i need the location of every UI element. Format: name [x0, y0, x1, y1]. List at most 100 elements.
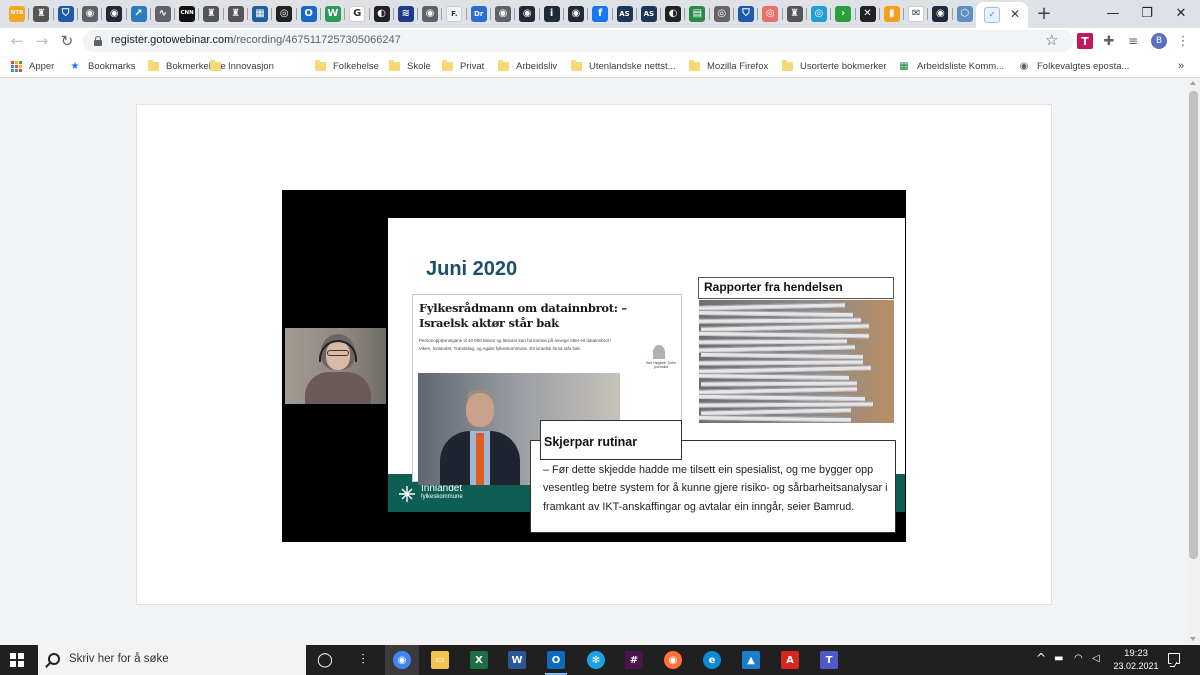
wifi-icon[interactable]: ◠	[1074, 653, 1083, 664]
bookmark-item[interactable]: Skole	[389, 59, 431, 73]
browser-tab[interactable]: ♜	[224, 3, 248, 25]
taskbar-app[interactable]: O	[539, 645, 573, 675]
folder-icon	[442, 59, 453, 71]
extension-t-icon[interactable]: T	[1077, 33, 1093, 49]
browser-tab[interactable]: ↗	[127, 3, 151, 25]
bookmark-item[interactable]: Mozilla Firefox	[689, 59, 768, 73]
browser-tab[interactable]: ◉	[418, 3, 442, 25]
browser-tab[interactable]: ♜	[29, 3, 53, 25]
browser-tab[interactable]: ♜	[199, 3, 223, 25]
browser-tab[interactable]: ▦	[248, 3, 272, 25]
webinar-video-player[interactable]: Juni 2020 Innlandet fylkeskommune Fylkes…	[282, 190, 906, 542]
browser-tab[interactable]: G	[345, 3, 369, 25]
taskbar-app[interactable]: ◉	[656, 645, 690, 675]
taskbar-app[interactable]: A	[773, 645, 807, 675]
scroll-down-arrow[interactable]	[1190, 637, 1196, 641]
bookmarks-overflow-button[interactable]: »	[1178, 59, 1184, 73]
bookmark-item[interactable]: Innovasjon	[210, 59, 274, 73]
browser-tab[interactable]: ▮	[880, 3, 904, 25]
browser-tab[interactable]: ◎	[758, 3, 782, 25]
bookmark-item[interactable]: ▦ Arbeidsliste Komm...	[898, 59, 1004, 73]
bookmark-item[interactable]: ★ Bookmarks	[69, 59, 136, 73]
taskbar-app[interactable]: ⫶	[346, 645, 380, 675]
bookmark-item[interactable]: Utenlandske nettst...	[571, 59, 676, 73]
browser-tab[interactable]: AS	[613, 3, 637, 25]
browser-tab[interactable]: ▤	[685, 3, 709, 25]
browser-tab[interactable]: ›	[831, 3, 855, 25]
browser-tab[interactable]: ◉	[491, 3, 515, 25]
close-window-button[interactable]: ✕	[1162, 0, 1200, 26]
browser-tab[interactable]: ⛉	[734, 3, 758, 25]
browser-tab[interactable]: Dr	[467, 3, 491, 25]
bookmark-item[interactable]: Arbeidsliv	[498, 59, 557, 73]
browser-tab[interactable]: ◉	[564, 3, 588, 25]
bookmark-item[interactable]: Folkehelse	[315, 59, 379, 73]
browser-tab[interactable]: i	[540, 3, 564, 25]
vertical-scrollbar[interactable]	[1187, 79, 1200, 645]
minimize-button[interactable]: —	[1094, 0, 1132, 26]
browser-tab[interactable]: ⬡	[953, 3, 977, 25]
taskbar-app[interactable]: ◉	[385, 645, 419, 675]
reload-button[interactable]: ↻	[57, 31, 77, 51]
forward-button[interactable]: →	[32, 31, 52, 51]
taskbar-app[interactable]: ◯	[308, 645, 342, 675]
browser-tab[interactable]: NTB	[5, 3, 29, 25]
clock-date[interactable]: 23.02.2021	[1107, 661, 1165, 671]
bookmark-item[interactable]: ◉ Folkevalgtes eposta...	[1018, 59, 1130, 73]
browser-tab[interactable]: ◉	[102, 3, 126, 25]
menu-icon[interactable]: ⋮	[1175, 33, 1191, 49]
scroll-up-arrow[interactable]	[1190, 81, 1196, 85]
browser-tab[interactable]: ♜	[783, 3, 807, 25]
clock-time[interactable]: 19:23	[1112, 648, 1160, 659]
browser-tab[interactable]: CNN	[175, 3, 199, 25]
browser-tab[interactable]: ◎	[710, 3, 734, 25]
new-tab-button[interactable]: +	[1035, 3, 1053, 24]
taskbar-search-box[interactable]: Skriv her for å søke	[38, 645, 306, 675]
tab-separator	[927, 8, 929, 20]
bookmark-item[interactable]: Privat	[442, 59, 484, 73]
taskbar-app[interactable]: ▭	[423, 645, 457, 675]
browser-tab[interactable]: ◉	[515, 3, 539, 25]
taskbar-app[interactable]: #	[617, 645, 651, 675]
taskbar-app[interactable]: ✻	[579, 645, 613, 675]
close-tab-icon[interactable]: ✕	[1007, 6, 1023, 22]
browser-tab[interactable]: ✕	[856, 3, 880, 25]
profile-avatar[interactable]: B	[1151, 33, 1167, 49]
bookmark-star-icon[interactable]: ☆	[1045, 31, 1058, 49]
battery-icon[interactable]: ▬	[1054, 653, 1063, 664]
taskbar-app[interactable]: W	[500, 645, 534, 675]
notifications-icon[interactable]	[1168, 653, 1180, 664]
browser-tab[interactable]: ≋	[394, 3, 418, 25]
taskbar-app[interactable]: T	[812, 645, 846, 675]
browser-tab[interactable]: ◎	[807, 3, 831, 25]
media-queue-icon[interactable]: ≡	[1125, 33, 1141, 49]
bookmark-item[interactable]: Apper	[11, 59, 54, 73]
browser-tab[interactable]: ◉	[78, 3, 102, 25]
browser-tab[interactable]: F.	[442, 3, 466, 25]
tray-chevron-icon[interactable]: ^	[1036, 651, 1046, 665]
extensions-puzzle-icon[interactable]: ✚	[1101, 33, 1117, 49]
back-button[interactable]: ←	[7, 31, 27, 51]
browser-tab[interactable]: ∿	[151, 3, 175, 25]
browser-tab[interactable]: ◐	[370, 3, 394, 25]
taskbar-app[interactable]: X	[462, 645, 496, 675]
taskbar-app[interactable]: ▲	[734, 645, 768, 675]
browser-tab[interactable]: O	[297, 3, 321, 25]
browser-tab[interactable]: ✉	[904, 3, 928, 25]
lock-icon[interactable]	[94, 36, 102, 46]
browser-tab[interactable]: W	[321, 3, 345, 25]
windows-start-button[interactable]	[10, 653, 24, 667]
browser-tab[interactable]: ◐	[661, 3, 685, 25]
volume-icon[interactable]: ◁	[1092, 653, 1100, 664]
maximize-button[interactable]: ❐	[1128, 0, 1166, 26]
active-tab[interactable]: ✓ ✕	[976, 2, 1028, 28]
address-bar[interactable]: register.gotowebinar.com/recording/46751…	[83, 30, 1073, 52]
browser-tab[interactable]: f	[588, 3, 612, 25]
browser-tab[interactable]: AS	[637, 3, 661, 25]
bookmark-item[interactable]: Usorterte bokmerker	[782, 59, 887, 73]
browser-tab[interactable]: ◎	[272, 3, 296, 25]
browser-tab[interactable]: ◉	[928, 3, 952, 25]
browser-tab[interactable]: ⛉	[54, 3, 78, 25]
scroll-thumb[interactable]	[1189, 91, 1198, 559]
taskbar-app[interactable]: e	[695, 645, 729, 675]
